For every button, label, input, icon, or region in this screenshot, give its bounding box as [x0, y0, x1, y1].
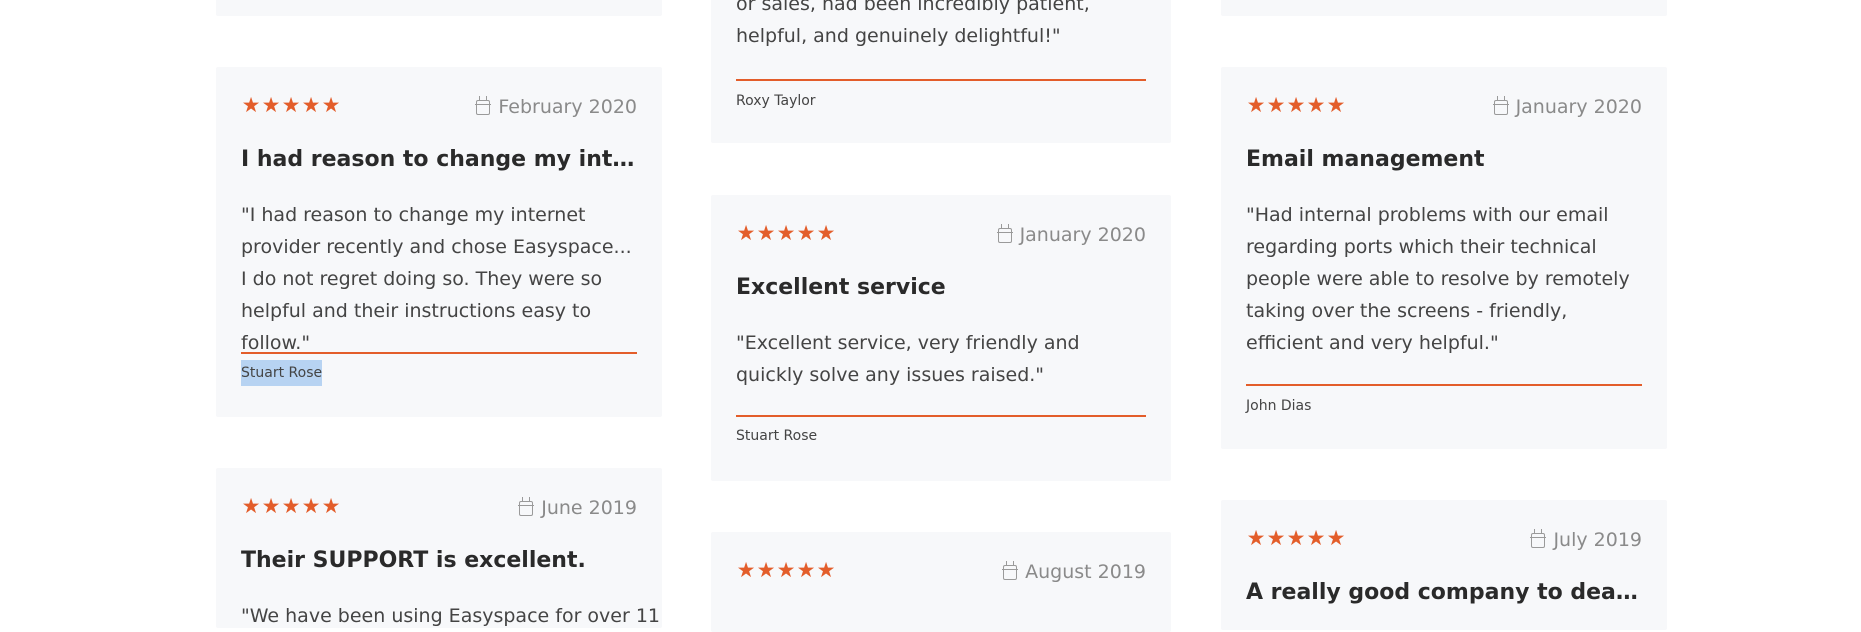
- review-card: ★ ★ ★ ★ ★ January 2020 Excellent service "Ex…: [711, 195, 1171, 481]
- review-text: "Had internal problems with our email re…: [1246, 204, 1630, 354]
- calendar-icon: [518, 496, 535, 516]
- star-icon: ★: [301, 94, 321, 117]
- star-icon: ★: [776, 222, 796, 245]
- divider: [241, 352, 637, 354]
- star-icon: ★: [241, 94, 261, 117]
- review-title: A really good company to deal with.: [1246, 580, 1642, 605]
- divider: [736, 79, 1146, 81]
- star-icon: ★: [776, 559, 796, 582]
- review-title: Their SUPPORT is excellent.: [241, 548, 586, 573]
- star-icon: ★: [756, 559, 776, 582]
- star-rating: ★ ★ ★ ★ ★: [736, 559, 836, 582]
- star-icon: ★: [796, 559, 816, 582]
- star-rating: ★ ★ ★ ★ ★: [1246, 94, 1346, 117]
- star-icon: ★: [281, 495, 301, 518]
- review-date: June 2019: [518, 496, 637, 520]
- star-icon: ★: [736, 222, 756, 245]
- star-rating: ★ ★ ★ ★ ★: [1246, 527, 1346, 550]
- review-date: February 2020: [475, 95, 637, 119]
- review-card: ★ ★ ★ ★ ★ February 2020 I had reason to chan…: [216, 67, 662, 417]
- review-card-top-partial: [216, 0, 662, 16]
- star-icon: ★: [1306, 527, 1326, 550]
- review-author[interactable]: Roxy Taylor: [736, 88, 816, 114]
- star-icon: ★: [321, 495, 341, 518]
- review-card: or sales, had been incredibly patient, h…: [711, 0, 1171, 143]
- review-card: ★ ★ ★ ★ ★ June 2019 Their SUPPORT is excelle…: [216, 468, 662, 628]
- star-icon: ★: [261, 495, 281, 518]
- calendar-icon: [996, 223, 1013, 243]
- review-title: Excellent service: [736, 275, 946, 300]
- review-date-text: February 2020: [498, 96, 637, 118]
- review-date: January 2020: [1492, 95, 1642, 119]
- star-icon: ★: [1286, 94, 1306, 117]
- star-icon: ★: [796, 222, 816, 245]
- calendar-icon: [1002, 560, 1019, 580]
- review-card: ★ ★ ★ ★ ★ August 2019: [711, 532, 1171, 632]
- review-date: July 2019: [1530, 528, 1642, 552]
- review-author[interactable]: Stuart Rose: [736, 423, 817, 449]
- star-icon: ★: [1246, 527, 1266, 550]
- star-icon: ★: [301, 495, 321, 518]
- review-date: August 2019: [1002, 560, 1146, 584]
- review-title: I had reason to change my internet...: [241, 147, 637, 172]
- review-author[interactable]: Stuart Rose: [241, 360, 323, 386]
- review-date-text: July 2019: [1553, 529, 1642, 551]
- star-icon: ★: [1326, 527, 1346, 550]
- star-icon: ★: [1286, 527, 1306, 550]
- review-title: Email management: [1246, 147, 1485, 172]
- review-text: "We have been using Easyspace for over 1…: [241, 605, 661, 627]
- calendar-icon: [475, 95, 492, 115]
- review-date-text: January 2020: [1019, 224, 1146, 246]
- star-icon: ★: [241, 495, 261, 518]
- review-date-text: June 2019: [541, 497, 637, 519]
- star-icon: ★: [261, 94, 281, 117]
- star-rating: ★ ★ ★ ★ ★: [736, 222, 836, 245]
- review-author[interactable]: John Dias: [1246, 393, 1311, 419]
- star-icon: ★: [816, 222, 836, 245]
- review-date: January 2020: [996, 223, 1146, 247]
- review-card-top-partial: [1221, 0, 1667, 16]
- review-card: ★ ★ ★ ★ ★ January 2020 Email management "Had…: [1221, 67, 1667, 449]
- star-icon: ★: [1326, 94, 1346, 117]
- review-text: "Excellent service, very friendly and qu…: [736, 332, 1080, 386]
- star-icon: ★: [321, 94, 341, 117]
- star-icon: ★: [1266, 527, 1286, 550]
- star-rating: ★ ★ ★ ★ ★: [241, 495, 341, 518]
- review-text: or sales, had been incredibly patient, h…: [736, 0, 1090, 47]
- star-icon: ★: [1246, 94, 1266, 117]
- star-icon: ★: [816, 559, 836, 582]
- review-date-text: January 2020: [1515, 96, 1642, 118]
- divider: [1246, 384, 1642, 386]
- star-icon: ★: [281, 94, 301, 117]
- review-text: "I had reason to change my internet prov…: [241, 204, 632, 354]
- divider: [736, 415, 1146, 417]
- star-icon: ★: [736, 559, 756, 582]
- star-icon: ★: [756, 222, 776, 245]
- calendar-icon: [1492, 95, 1509, 115]
- star-icon: ★: [1306, 94, 1326, 117]
- star-icon: ★: [1266, 94, 1286, 117]
- review-card: ★ ★ ★ ★ ★ July 2019 A really good company to…: [1221, 500, 1667, 630]
- review-date-text: August 2019: [1025, 561, 1146, 583]
- star-rating: ★ ★ ★ ★ ★: [241, 94, 341, 117]
- calendar-icon: [1530, 528, 1547, 548]
